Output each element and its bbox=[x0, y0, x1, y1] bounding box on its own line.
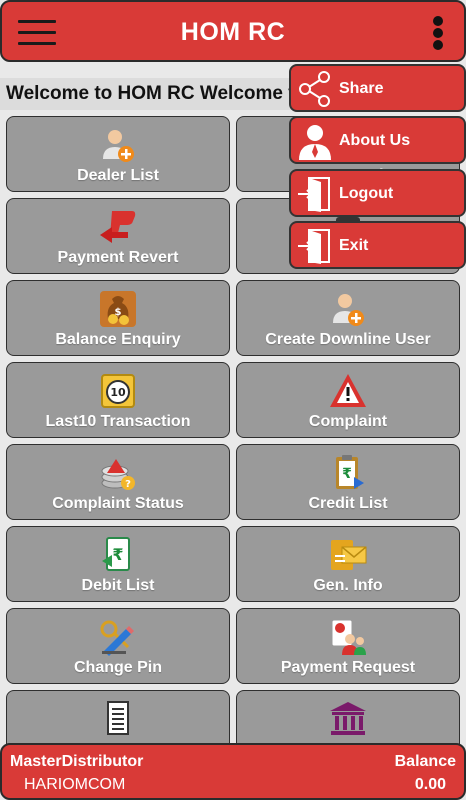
last10-icon: 10 bbox=[98, 371, 138, 411]
tile-credit-list[interactable]: ₹ Credit List bbox=[236, 444, 460, 520]
overflow-menu-icon[interactable] bbox=[432, 16, 444, 50]
tile-label: Credit List bbox=[308, 495, 388, 512]
svg-text:₹: ₹ bbox=[342, 466, 352, 482]
person-icon bbox=[297, 122, 333, 160]
rupee-clipboard-icon: ₹ bbox=[328, 453, 368, 493]
tile-label: Gen. Info bbox=[313, 577, 383, 594]
tile-label: Dealer List bbox=[77, 167, 159, 184]
tile-debit-list[interactable]: ₹ Debit List bbox=[6, 526, 230, 602]
tile-last10-transaction[interactable]: 10 Last10 Transaction bbox=[6, 362, 230, 438]
tile-gen-info[interactable]: Gen. Info bbox=[236, 526, 460, 602]
account-footer: MasterDistributor HARIOMCOM Balance 0.00 bbox=[0, 743, 466, 800]
menu-item-about-us[interactable]: About Us bbox=[289, 116, 466, 164]
tile-balance-enquiry[interactable]: $ Balance Enquiry bbox=[6, 280, 230, 356]
tile-label: Change Pin bbox=[73, 659, 162, 676]
tile-change-pin[interactable]: Change Pin bbox=[6, 608, 230, 684]
svg-text:?: ? bbox=[125, 479, 131, 490]
tile-label: Payment Request bbox=[280, 659, 416, 676]
tile-label: Debit List bbox=[81, 577, 155, 594]
tile-label: Create Downline User bbox=[265, 331, 431, 348]
tile-complaint-status[interactable]: ? Complaint Status bbox=[6, 444, 230, 520]
payment-revert-icon bbox=[98, 207, 138, 247]
rupee-document-icon: ₹ bbox=[98, 535, 138, 575]
door-exit-icon bbox=[297, 175, 333, 213]
menu-item-exit[interactable]: Exit bbox=[289, 221, 466, 269]
balance-value: 0.00 bbox=[414, 776, 446, 793]
users-request-icon bbox=[328, 617, 368, 657]
svg-text:₹: ₹ bbox=[112, 545, 123, 564]
tile-label: Complaint Status bbox=[52, 495, 184, 512]
menu-item-label: About Us bbox=[339, 132, 411, 149]
tile-label: Balance Enquiry bbox=[55, 331, 181, 348]
tile-label: Payment Revert bbox=[57, 249, 179, 266]
menu-item-label: Exit bbox=[339, 237, 369, 254]
username: HARIOMCOM bbox=[24, 776, 126, 793]
door-exit-icon bbox=[297, 227, 333, 265]
menu-item-logout[interactable]: Logout bbox=[289, 169, 466, 217]
add-user-icon bbox=[328, 289, 368, 329]
coins-warning-icon: ? bbox=[98, 453, 138, 493]
tile-create-downline-user[interactable]: Create Downline User bbox=[236, 280, 460, 356]
svg-text:10: 10 bbox=[110, 386, 126, 399]
info-envelope-icon bbox=[328, 535, 368, 575]
tile-label: Complaint bbox=[308, 413, 388, 430]
tile-label: Last10 Transaction bbox=[45, 413, 191, 430]
app-title: HOM RC bbox=[180, 18, 286, 46]
key-pencil-icon bbox=[98, 617, 138, 657]
money-bag-icon: $ bbox=[98, 289, 138, 329]
tile-dealer-list[interactable]: Dealer List bbox=[6, 116, 230, 192]
app-bar: HOM RC bbox=[0, 0, 466, 62]
tile-payment-revert[interactable]: Payment Revert bbox=[6, 198, 230, 274]
menu-item-label: Logout bbox=[339, 185, 394, 202]
report-document-icon bbox=[98, 699, 138, 739]
tile-payment-request[interactable]: Payment Request bbox=[236, 608, 460, 684]
warning-icon bbox=[328, 371, 368, 411]
add-user-icon bbox=[98, 125, 138, 165]
balance-label: Balance bbox=[394, 753, 456, 770]
menu-item-share[interactable]: Share bbox=[289, 64, 466, 112]
user-role: MasterDistributor bbox=[10, 753, 144, 770]
share-icon bbox=[297, 70, 333, 108]
bank-icon bbox=[328, 699, 368, 739]
svg-text:$: $ bbox=[115, 307, 122, 318]
menu-item-label: Share bbox=[339, 80, 384, 97]
tile-complaint[interactable]: Complaint bbox=[236, 362, 460, 438]
